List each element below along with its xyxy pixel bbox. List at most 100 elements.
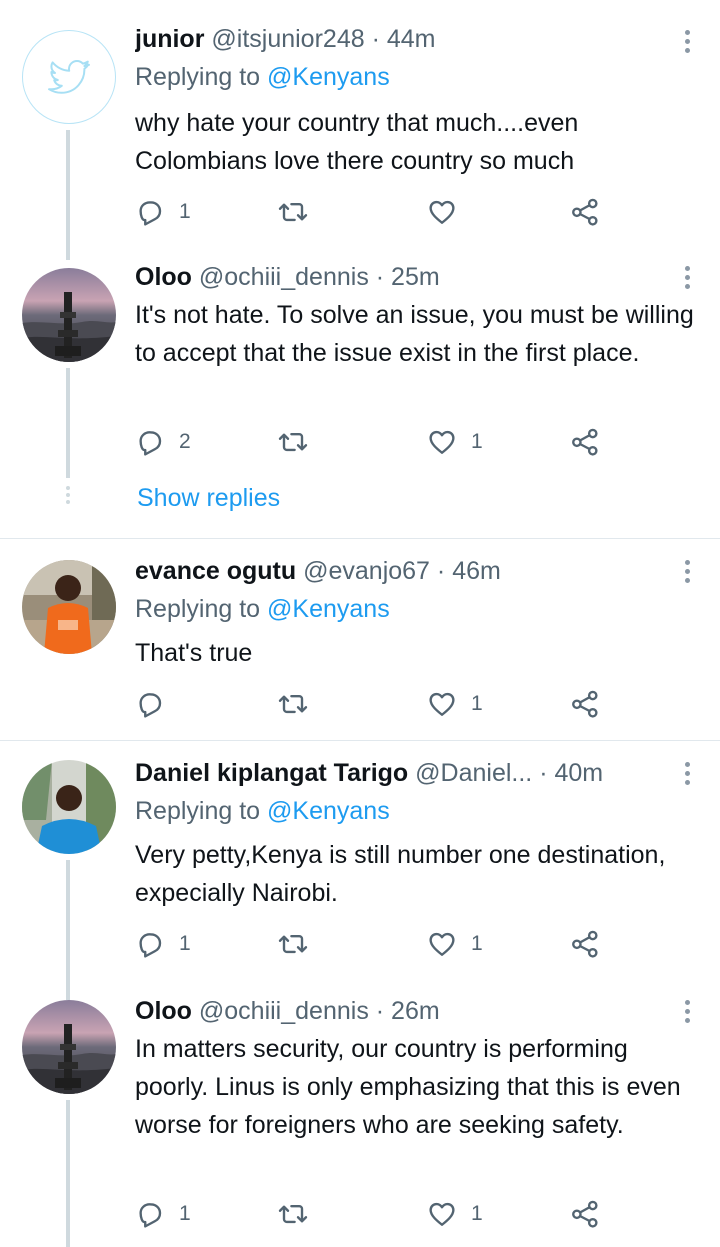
display-name[interactable]: Daniel kiplangat Tarigo bbox=[135, 759, 408, 787]
timestamp[interactable]: 25m bbox=[391, 263, 440, 291]
thread-line bbox=[66, 860, 70, 1000]
like-icon bbox=[427, 929, 457, 959]
like-icon bbox=[427, 197, 457, 227]
reply-button[interactable]: 2 bbox=[135, 426, 191, 458]
like-button[interactable]: 1 bbox=[427, 688, 483, 720]
timestamp[interactable]: 44m bbox=[387, 25, 436, 53]
tweet-header: Oloo @ochiii_dennis · 26m bbox=[135, 996, 670, 1026]
avatar[interactable] bbox=[22, 1000, 116, 1094]
user-handle[interactable]: @evanjo67 bbox=[303, 557, 430, 585]
retweet-icon bbox=[278, 1199, 308, 1229]
tweet-text: That's true bbox=[135, 639, 253, 667]
avatar[interactable] bbox=[22, 268, 116, 362]
thread-line bbox=[66, 130, 70, 260]
like-button[interactable]: 1 bbox=[427, 1198, 483, 1230]
tweet-2[interactable]: Oloo @ochiii_dennis · 25m It's not hate.… bbox=[0, 250, 720, 538]
reply-button[interactable]: 1 bbox=[135, 1198, 191, 1230]
default-avatar-icon[interactable] bbox=[22, 30, 116, 124]
replying-to: Replying to @Kenyans bbox=[135, 594, 390, 624]
replying-prefix: Replying to bbox=[135, 595, 261, 623]
thread-line bbox=[66, 1100, 70, 1247]
share-button[interactable] bbox=[570, 426, 600, 458]
reply-count: 1 bbox=[179, 200, 191, 223]
timestamp[interactable]: 40m bbox=[554, 759, 603, 787]
tweet-text: In matters security, our country is perf… bbox=[135, 1035, 681, 1139]
user-handle[interactable]: @ochiii_dennis bbox=[199, 263, 369, 291]
retweet-icon bbox=[278, 929, 308, 959]
replying-to: Replying to @Kenyans bbox=[135, 796, 390, 826]
display-name[interactable]: Oloo bbox=[135, 263, 192, 291]
thread-line bbox=[66, 368, 70, 478]
like-button[interactable] bbox=[427, 196, 471, 228]
avatar[interactable] bbox=[22, 760, 116, 854]
tweet-5[interactable]: Oloo @ochiii_dennis · 26m In matters sec… bbox=[0, 982, 720, 1247]
tweet-header: Oloo @ochiii_dennis · 25m bbox=[135, 262, 670, 292]
divider bbox=[0, 538, 720, 539]
reply-count: 1 bbox=[179, 1202, 191, 1225]
reply-icon bbox=[135, 197, 165, 227]
more-options-icon[interactable] bbox=[684, 762, 692, 789]
like-button[interactable]: 1 bbox=[427, 928, 483, 960]
separator-dot: · bbox=[436, 557, 446, 585]
share-icon bbox=[570, 689, 600, 719]
avatar[interactable] bbox=[22, 560, 116, 654]
like-icon bbox=[427, 1199, 457, 1229]
replying-mention-link[interactable]: @Kenyans bbox=[267, 63, 390, 91]
separator-dot: · bbox=[371, 25, 380, 53]
tweet-actions: 1 bbox=[135, 688, 615, 720]
share-button[interactable] bbox=[570, 196, 600, 228]
reply-icon bbox=[135, 689, 165, 719]
display-name[interactable]: junior bbox=[135, 25, 204, 53]
more-options-icon[interactable] bbox=[684, 560, 692, 587]
reply-icon bbox=[135, 1199, 165, 1229]
reply-count: 2 bbox=[179, 430, 191, 453]
display-name[interactable]: evance ogutu bbox=[135, 557, 296, 585]
share-button[interactable] bbox=[570, 1198, 600, 1230]
reply-icon bbox=[135, 427, 165, 457]
reply-button[interactable]: 1 bbox=[135, 196, 191, 228]
retweet-icon bbox=[278, 689, 308, 719]
retweet-icon bbox=[278, 427, 308, 457]
retweet-button[interactable] bbox=[278, 928, 322, 960]
replying-to: Replying to @Kenyans bbox=[135, 62, 390, 92]
reply-button[interactable] bbox=[135, 688, 179, 720]
tweet-actions: 1 1 bbox=[135, 1198, 615, 1230]
tweet-4[interactable]: Daniel kiplangat Tarigo @Daniel... · 40m… bbox=[0, 742, 720, 1000]
tweet-actions: 1 1 bbox=[135, 928, 615, 960]
timestamp[interactable]: 26m bbox=[391, 997, 440, 1025]
tweet-1[interactable]: junior @itsjunior248 · 44m Replying to @… bbox=[0, 0, 720, 260]
tweet-actions: 2 1 bbox=[135, 426, 615, 458]
share-button[interactable] bbox=[570, 928, 600, 960]
reply-button[interactable]: 1 bbox=[135, 928, 191, 960]
share-icon bbox=[570, 197, 600, 227]
like-count: 1 bbox=[471, 430, 483, 453]
user-handle[interactable]: @itsjunior248 bbox=[211, 25, 364, 53]
reply-count: 1 bbox=[179, 932, 191, 955]
replying-prefix: Replying to bbox=[135, 797, 261, 825]
like-count: 1 bbox=[471, 1202, 483, 1225]
more-options-icon[interactable] bbox=[684, 30, 692, 57]
tweet-header: junior @itsjunior248 · 44m bbox=[135, 24, 670, 54]
tweet-text: It's not hate. To solve an issue, you mu… bbox=[135, 301, 694, 367]
tweet-actions: 1 bbox=[135, 196, 615, 228]
like-icon bbox=[427, 427, 457, 457]
like-count: 1 bbox=[471, 932, 483, 955]
retweet-icon bbox=[278, 197, 308, 227]
retweet-button[interactable] bbox=[278, 426, 322, 458]
replying-mention-link[interactable]: @Kenyans bbox=[267, 797, 390, 825]
replying-mention-link[interactable]: @Kenyans bbox=[267, 595, 390, 623]
display-name[interactable]: Oloo bbox=[135, 997, 192, 1025]
tweet-3[interactable]: evance ogutu @evanjo67 · 46m Replying to… bbox=[0, 540, 720, 740]
timestamp[interactable]: 46m bbox=[452, 557, 501, 585]
share-button[interactable] bbox=[570, 688, 600, 720]
user-handle[interactable]: @Daniel... bbox=[415, 759, 532, 787]
show-replies-link[interactable]: Show replies bbox=[137, 484, 280, 513]
retweet-button[interactable] bbox=[278, 1198, 322, 1230]
more-options-icon[interactable] bbox=[684, 266, 692, 293]
reply-icon bbox=[135, 929, 165, 959]
like-button[interactable]: 1 bbox=[427, 426, 483, 458]
retweet-button[interactable] bbox=[278, 196, 322, 228]
more-options-icon[interactable] bbox=[684, 1000, 692, 1027]
retweet-button[interactable] bbox=[278, 688, 322, 720]
user-handle[interactable]: @ochiii_dennis bbox=[199, 997, 369, 1025]
